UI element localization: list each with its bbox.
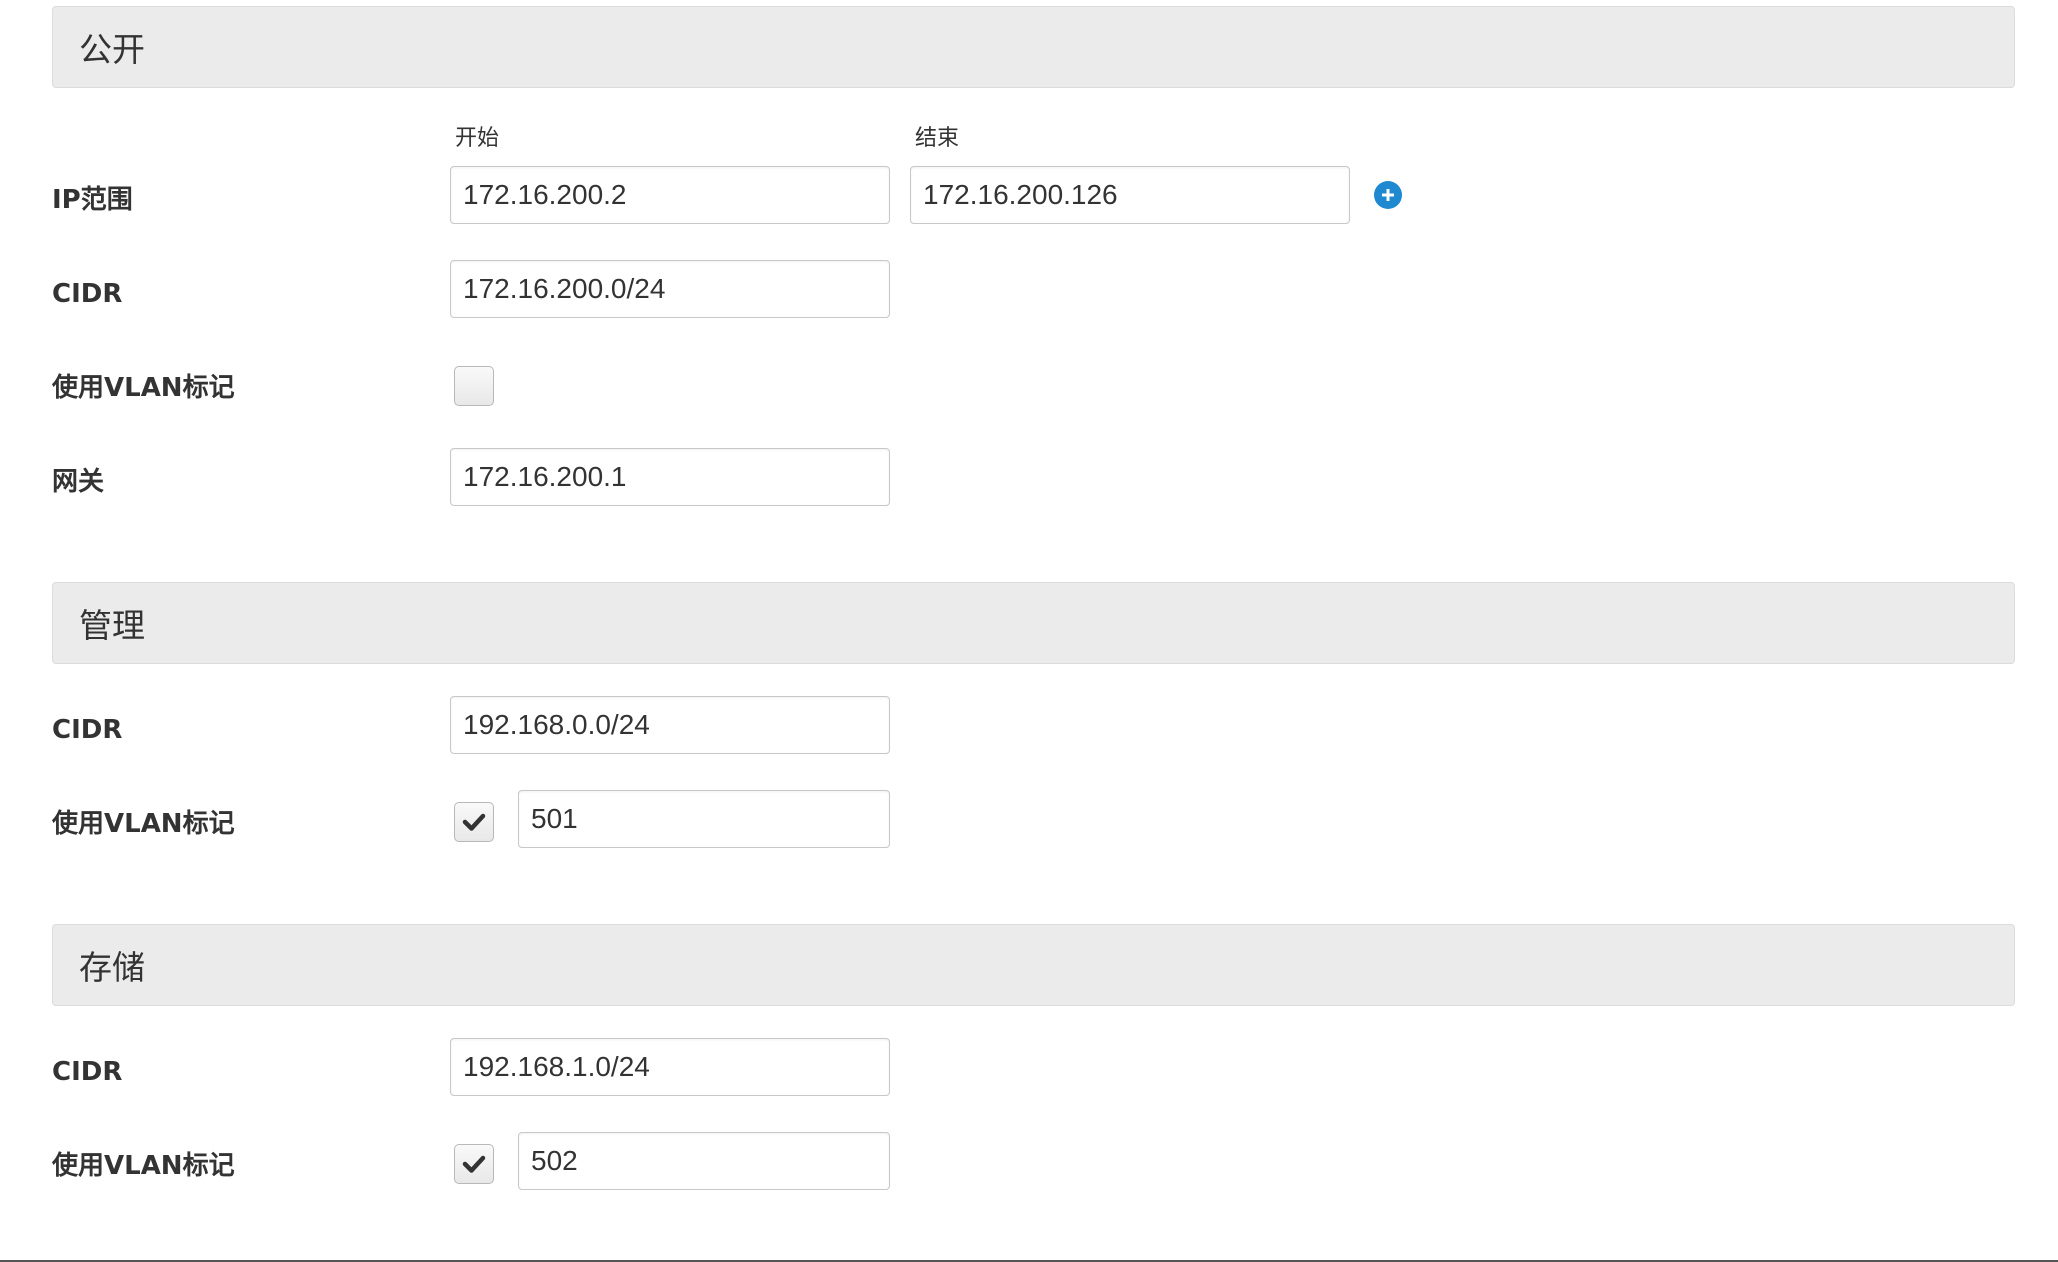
ip-range-end-label: 结束	[915, 126, 960, 151]
public-vlan-label: 使用VLAN标记	[52, 373, 235, 403]
gateway-label: 网关	[52, 467, 105, 497]
storage-cidr-input[interactable]: 192.168.1.0/24	[450, 1038, 890, 1096]
ip-range-end-input[interactable]: 172.16.200.126	[910, 166, 1350, 224]
management-vlan-checkbox[interactable]	[454, 802, 494, 842]
public-cidr-label: CIDR	[52, 279, 123, 309]
section-title-public: 公开	[79, 30, 145, 69]
section-title-storage: 存储	[79, 948, 145, 987]
add-ip-range-button[interactable]	[1374, 181, 1402, 209]
public-vlan-checkbox[interactable]	[454, 366, 494, 406]
storage-vlan-label: 使用VLAN标记	[52, 1151, 235, 1181]
management-vlan-label: 使用VLAN标记	[52, 809, 235, 839]
section-header-storage: 存储	[52, 924, 2015, 1006]
storage-cidr-label: CIDR	[52, 1057, 123, 1087]
section-title-management: 管理	[79, 606, 145, 645]
section-header-public: 公开	[52, 6, 2015, 88]
gateway-input[interactable]: 172.16.200.1	[450, 448, 890, 506]
management-cidr-label: CIDR	[52, 715, 123, 745]
storage-vlan-id-input[interactable]: 502	[518, 1132, 890, 1190]
management-vlan-id-input[interactable]: 501	[518, 790, 890, 848]
public-cidr-input[interactable]: 172.16.200.0/24	[450, 260, 890, 318]
management-cidr-input[interactable]: 192.168.0.0/24	[450, 696, 890, 754]
checkmark-icon	[462, 1155, 486, 1173]
ip-range-start-input[interactable]: 172.16.200.2	[450, 166, 890, 224]
network-settings-page: 公开 开始 结束 IP范围 172.16.200.2 172.16.200.12…	[0, 0, 2058, 1262]
section-header-management: 管理	[52, 582, 2015, 664]
plus-circle-icon	[1382, 189, 1394, 201]
checkmark-icon	[462, 813, 486, 831]
ip-range-label: IP范围	[52, 185, 133, 215]
storage-vlan-checkbox[interactable]	[454, 1144, 494, 1184]
ip-range-start-label: 开始	[455, 126, 500, 151]
